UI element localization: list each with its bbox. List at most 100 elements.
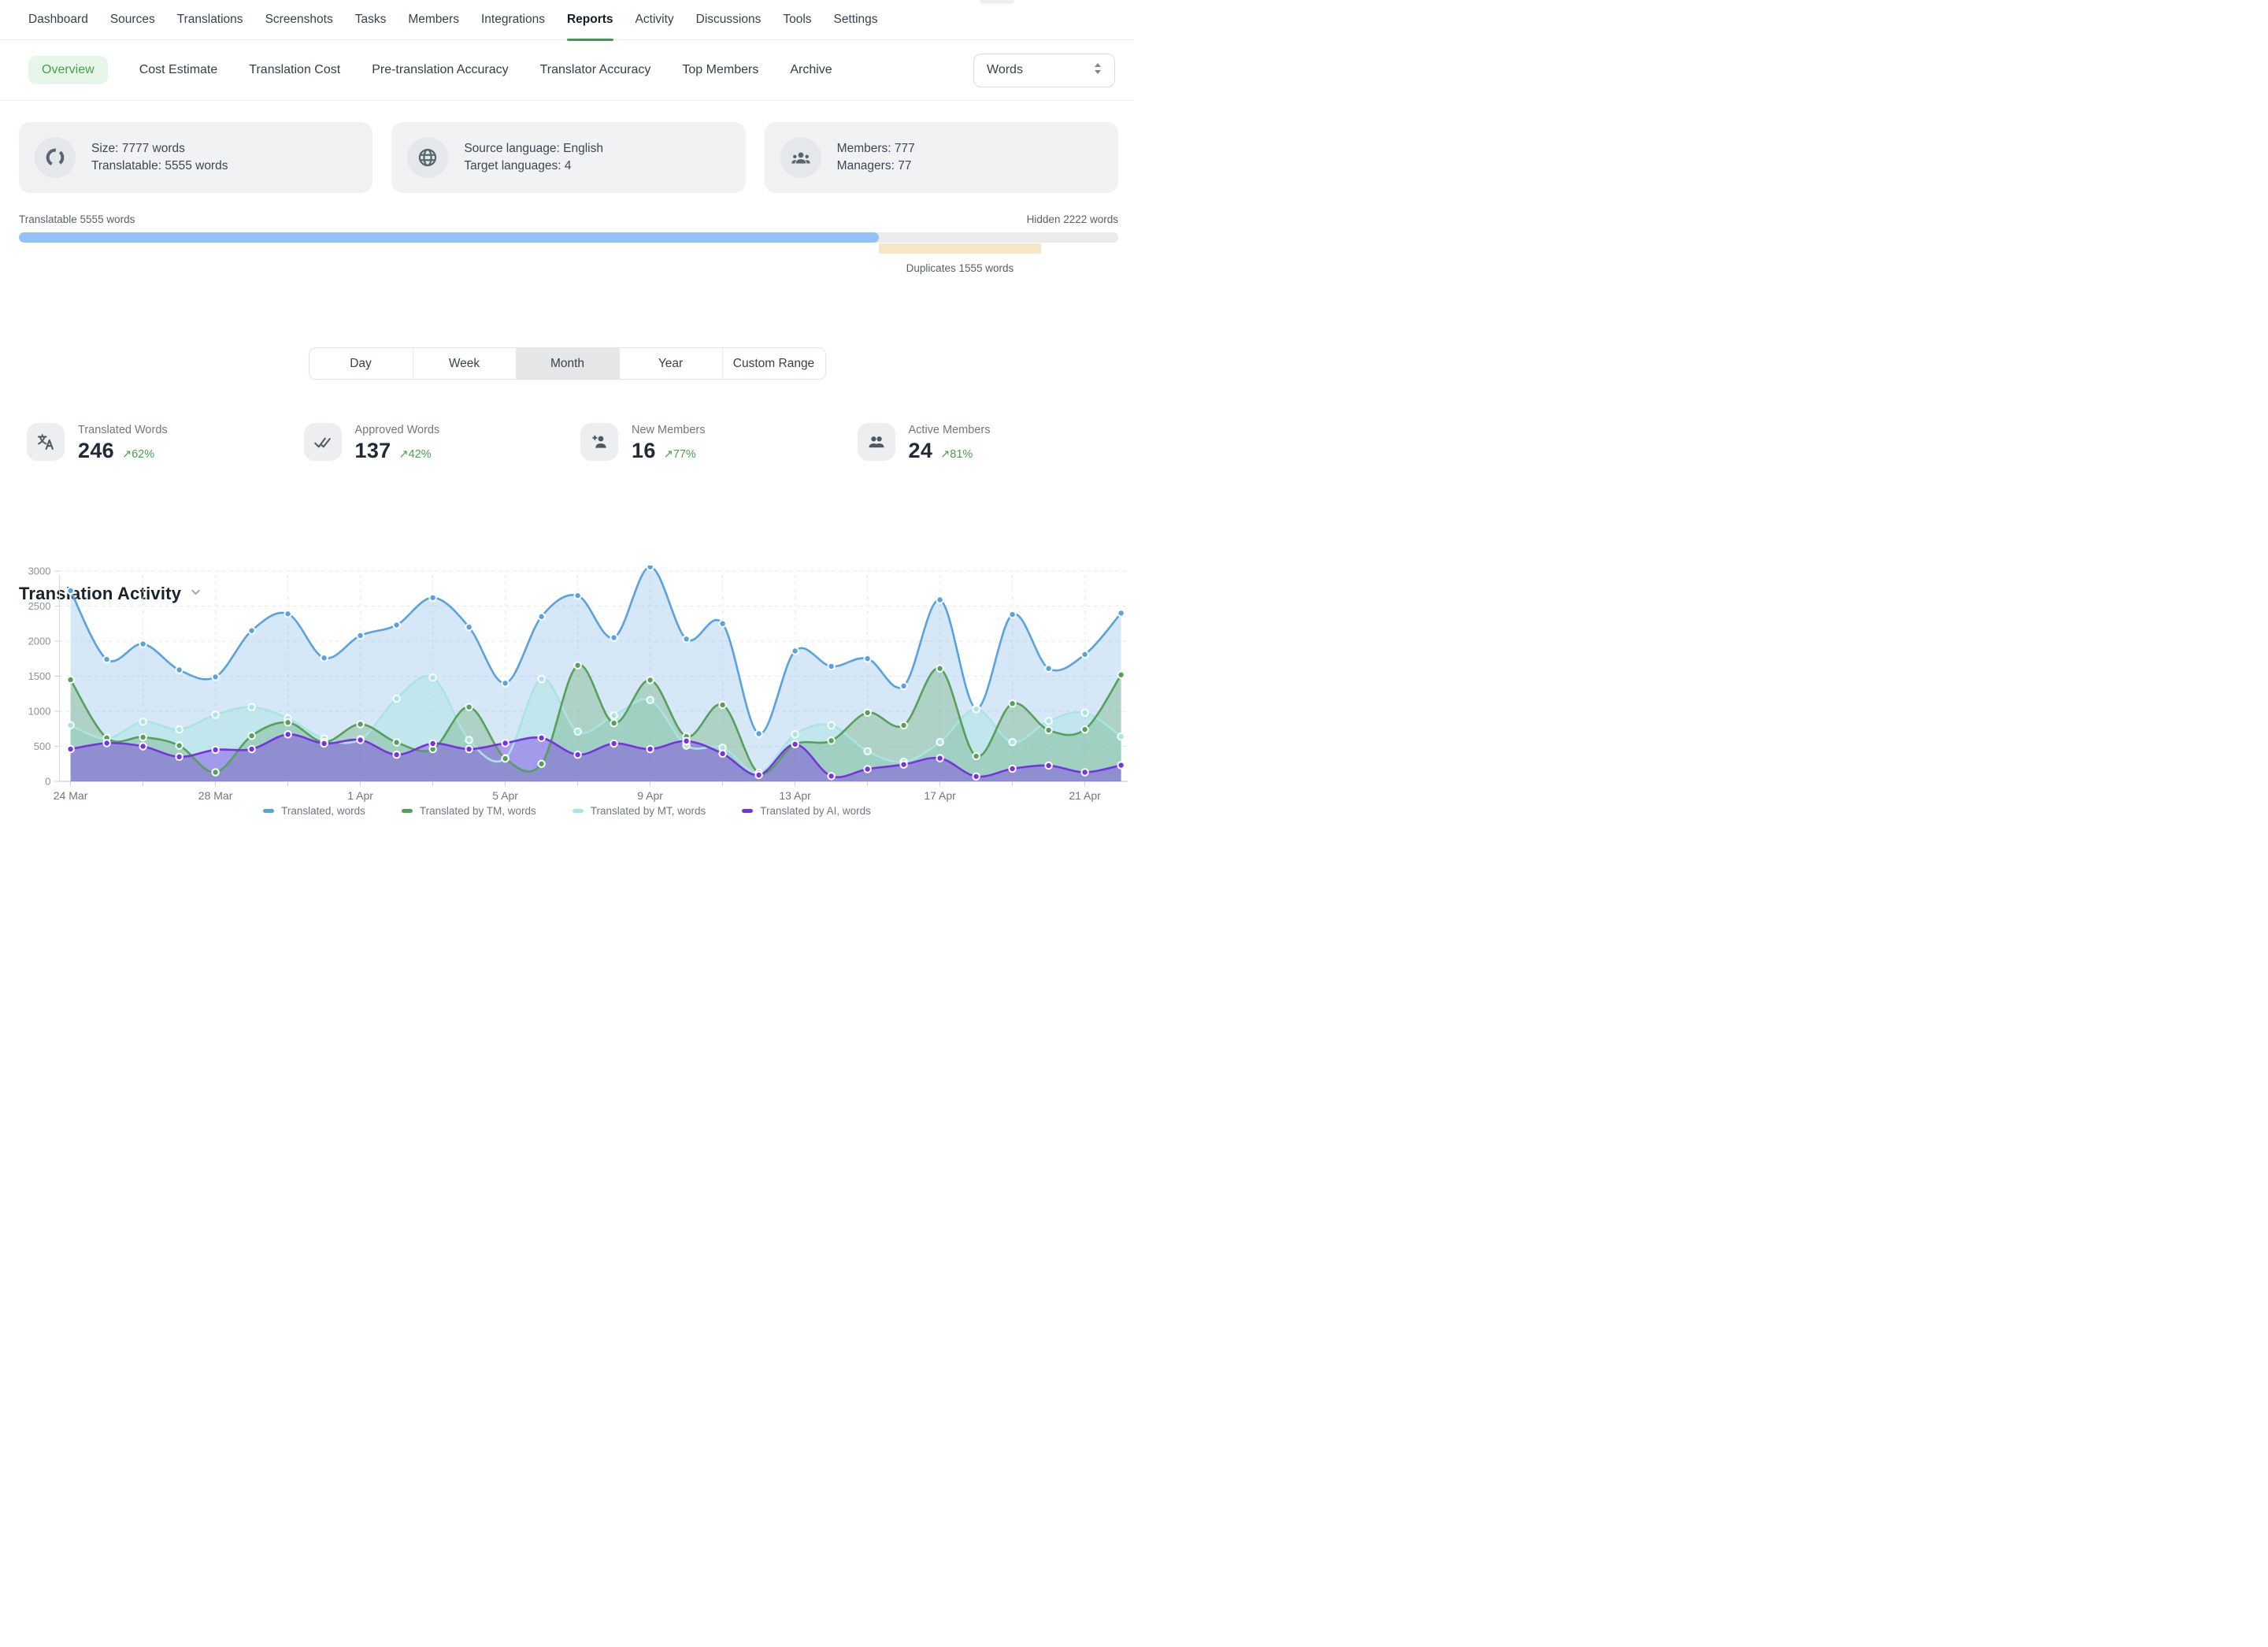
- data-point[interactable]: [248, 746, 254, 752]
- data-point[interactable]: [610, 634, 617, 640]
- data-point[interactable]: [1009, 611, 1015, 618]
- tab-cost-estimate[interactable]: Cost Estimate: [139, 63, 218, 77]
- data-point[interactable]: [176, 726, 182, 733]
- data-point[interactable]: [67, 746, 73, 752]
- legend-item-translated-by-mt[interactable]: Translated by MT, words: [573, 805, 706, 817]
- data-point[interactable]: [936, 596, 943, 603]
- data-point[interactable]: [973, 706, 979, 712]
- data-point[interactable]: [936, 739, 943, 745]
- data-point[interactable]: [284, 731, 291, 737]
- data-point[interactable]: [139, 640, 146, 647]
- nav-item-screenshots[interactable]: Screenshots: [265, 0, 333, 40]
- data-point[interactable]: [357, 632, 363, 639]
- nav-item-translations[interactable]: Translations: [177, 0, 243, 40]
- data-point[interactable]: [176, 666, 182, 673]
- data-point[interactable]: [973, 753, 979, 759]
- data-point[interactable]: [139, 718, 146, 725]
- nav-item-settings[interactable]: Settings: [834, 0, 878, 40]
- nav-item-discussions[interactable]: Discussions: [696, 0, 762, 40]
- nav-item-integrations[interactable]: Integrations: [481, 0, 545, 40]
- data-point[interactable]: [719, 751, 725, 757]
- nav-item-dashboard[interactable]: Dashboard: [28, 0, 88, 40]
- data-point[interactable]: [1009, 739, 1015, 745]
- data-point[interactable]: [393, 751, 399, 758]
- data-point[interactable]: [1045, 727, 1051, 733]
- data-point[interactable]: [284, 719, 291, 725]
- data-point[interactable]: [791, 647, 798, 654]
- data-point[interactable]: [357, 736, 363, 743]
- data-point[interactable]: [538, 676, 544, 682]
- data-point[interactable]: [139, 743, 146, 749]
- data-point[interactable]: [393, 621, 399, 628]
- data-point[interactable]: [502, 755, 508, 762]
- data-point[interactable]: [67, 588, 73, 594]
- data-point[interactable]: [538, 735, 544, 741]
- data-point[interactable]: [176, 754, 182, 760]
- data-point[interactable]: [683, 636, 689, 642]
- data-point[interactable]: [1117, 672, 1124, 678]
- data-point[interactable]: [647, 697, 653, 703]
- data-point[interactable]: [1117, 733, 1124, 740]
- nav-item-tools[interactable]: Tools: [783, 0, 811, 40]
- data-point[interactable]: [1009, 700, 1015, 707]
- data-point[interactable]: [248, 733, 254, 739]
- data-point[interactable]: [828, 663, 834, 670]
- data-point[interactable]: [791, 731, 798, 737]
- data-point[interactable]: [212, 769, 218, 775]
- data-point[interactable]: [610, 740, 617, 747]
- data-point[interactable]: [538, 761, 544, 767]
- data-point[interactable]: [465, 624, 472, 630]
- data-point[interactable]: [973, 773, 979, 780]
- data-point[interactable]: [538, 614, 544, 620]
- data-point[interactable]: [900, 761, 906, 767]
- tab-overview[interactable]: Overview: [28, 56, 108, 84]
- period-month-button[interactable]: Month: [516, 348, 619, 379]
- nav-item-activity[interactable]: Activity: [636, 0, 674, 40]
- tab-pre-translation-accuracy[interactable]: Pre-translation Accuracy: [372, 63, 508, 77]
- data-point[interactable]: [574, 592, 580, 599]
- data-point[interactable]: [936, 755, 943, 761]
- data-point[interactable]: [574, 751, 580, 758]
- data-point[interactable]: [828, 773, 834, 779]
- period-custom-range-button[interactable]: Custom Range: [722, 348, 825, 379]
- data-point[interactable]: [212, 673, 218, 680]
- data-point[interactable]: [465, 703, 472, 710]
- data-point[interactable]: [465, 736, 472, 743]
- data-point[interactable]: [1045, 718, 1051, 724]
- tab-archive[interactable]: Archive: [790, 63, 832, 77]
- data-point[interactable]: [900, 683, 906, 689]
- data-point[interactable]: [212, 711, 218, 718]
- data-point[interactable]: [719, 621, 725, 627]
- data-point[interactable]: [1117, 762, 1124, 768]
- period-week-button[interactable]: Week: [413, 348, 516, 379]
- nav-item-reports[interactable]: Reports: [567, 0, 613, 40]
- data-point[interactable]: [1081, 710, 1088, 716]
- legend-item-translated-by-ai[interactable]: Translated by AI, words: [742, 805, 871, 817]
- data-point[interactable]: [1081, 651, 1088, 658]
- data-point[interactable]: [864, 655, 870, 662]
- data-point[interactable]: [647, 566, 653, 570]
- data-point[interactable]: [828, 737, 834, 744]
- data-point[interactable]: [429, 674, 435, 681]
- data-point[interactable]: [321, 740, 327, 747]
- data-point[interactable]: [755, 730, 762, 736]
- data-point[interactable]: [212, 747, 218, 753]
- data-point[interactable]: [103, 656, 109, 662]
- data-point[interactable]: [647, 677, 653, 683]
- data-point[interactable]: [1081, 726, 1088, 733]
- nav-item-members[interactable]: Members: [408, 0, 459, 40]
- nav-item-sources[interactable]: Sources: [110, 0, 155, 40]
- data-point[interactable]: [357, 721, 363, 727]
- data-point[interactable]: [1081, 769, 1088, 775]
- data-point[interactable]: [284, 610, 291, 617]
- data-point[interactable]: [465, 746, 472, 752]
- data-point[interactable]: [864, 748, 870, 755]
- data-point[interactable]: [67, 722, 73, 729]
- data-point[interactable]: [103, 740, 109, 746]
- data-point[interactable]: [1117, 610, 1124, 616]
- data-point[interactable]: [67, 677, 73, 683]
- data-point[interactable]: [574, 729, 580, 735]
- data-point[interactable]: [176, 742, 182, 748]
- data-point[interactable]: [864, 710, 870, 716]
- data-point[interactable]: [791, 741, 798, 747]
